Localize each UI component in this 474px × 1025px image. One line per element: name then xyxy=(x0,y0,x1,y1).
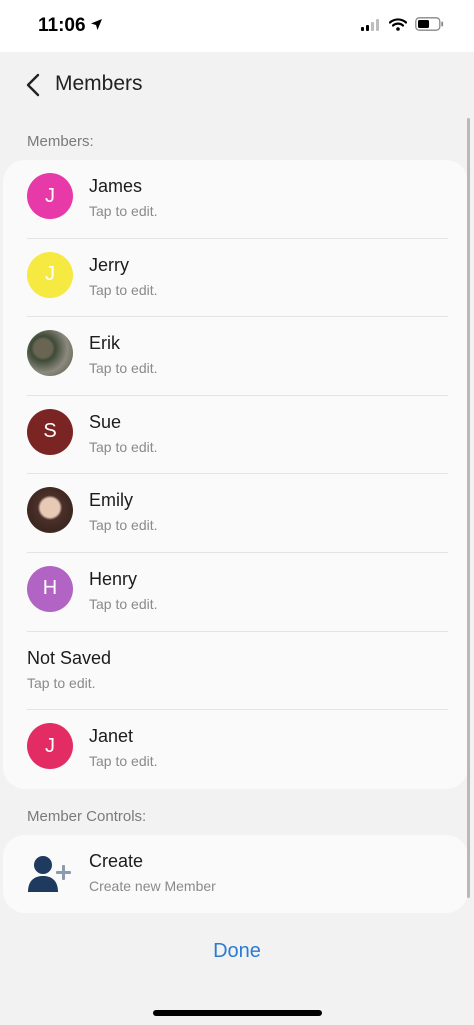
page-title: Members xyxy=(55,72,143,95)
battery-icon xyxy=(415,17,444,36)
status-bar: 11:06 xyxy=(0,0,474,52)
done-button[interactable]: Done xyxy=(0,940,474,963)
avatar: H xyxy=(27,565,73,612)
member-hint: Tap to edit. xyxy=(27,674,96,691)
member-row-emily[interactable]: Emily Tap to edit. xyxy=(3,474,468,553)
member-hint: Tap to edit. xyxy=(89,438,158,455)
member-name: Not Saved xyxy=(27,647,112,668)
controls-section-label: Member Controls: xyxy=(27,808,147,825)
avatar: J xyxy=(27,723,73,770)
member-row-james[interactable]: J James Tap to edit. xyxy=(3,160,468,239)
member-row-sue[interactable]: S Sue Tap to edit. xyxy=(3,396,468,475)
member-name: Jerry xyxy=(89,254,129,275)
back-chevron-icon[interactable] xyxy=(24,72,44,98)
member-name: Henry xyxy=(89,568,138,589)
member-name: James xyxy=(89,176,143,196)
member-name: Janet xyxy=(89,726,134,747)
member-name: Emily xyxy=(89,490,133,511)
member-hint: Tap to edit. xyxy=(89,203,158,219)
avatar: S xyxy=(27,408,73,455)
home-indicator xyxy=(153,1010,322,1016)
member-row-henry[interactable]: H Henry Tap to edit. xyxy=(3,553,468,632)
create-subtitle: Create new Member xyxy=(89,878,216,894)
member-hint: Tap to edit. xyxy=(89,281,158,298)
avatar: J xyxy=(27,173,73,219)
nav-header: Members xyxy=(0,52,474,116)
member-row-not-saved[interactable]: Not Saved Tap to edit. xyxy=(3,632,468,711)
member-name: Erik xyxy=(89,333,120,354)
create-member-button[interactable]: Create Create new Member xyxy=(3,835,468,913)
avatar-photo xyxy=(27,487,73,534)
status-indicators xyxy=(361,17,444,36)
member-hint: Tap to edit. xyxy=(89,517,158,534)
avatar-photo xyxy=(27,330,73,377)
member-name: Sue xyxy=(89,411,122,432)
status-time: 11:06 xyxy=(38,15,86,36)
create-title: Create xyxy=(89,851,144,871)
location-arrow-icon xyxy=(90,18,103,36)
member-hint: Tap to edit. xyxy=(89,753,158,770)
add-user-icon xyxy=(27,851,73,897)
member-row-erik[interactable]: Erik Tap to edit. xyxy=(3,317,468,396)
member-row-janet[interactable]: J Janet Tap to edit. xyxy=(3,710,468,789)
member-controls: Create Create new Member xyxy=(3,835,468,913)
member-hint: Tap to edit. xyxy=(89,595,158,612)
scrollbar[interactable] xyxy=(467,118,470,898)
members-list: J James Tap to edit. J Jerry Tap to edit… xyxy=(3,160,468,789)
avatar: J xyxy=(27,251,73,298)
members-section-label: Members: xyxy=(27,133,94,150)
cellular-signal-icon xyxy=(361,18,381,36)
member-hint: Tap to edit. xyxy=(89,360,158,377)
wifi-icon xyxy=(388,17,408,36)
member-row-jerry[interactable]: J Jerry Tap to edit. xyxy=(3,239,468,318)
